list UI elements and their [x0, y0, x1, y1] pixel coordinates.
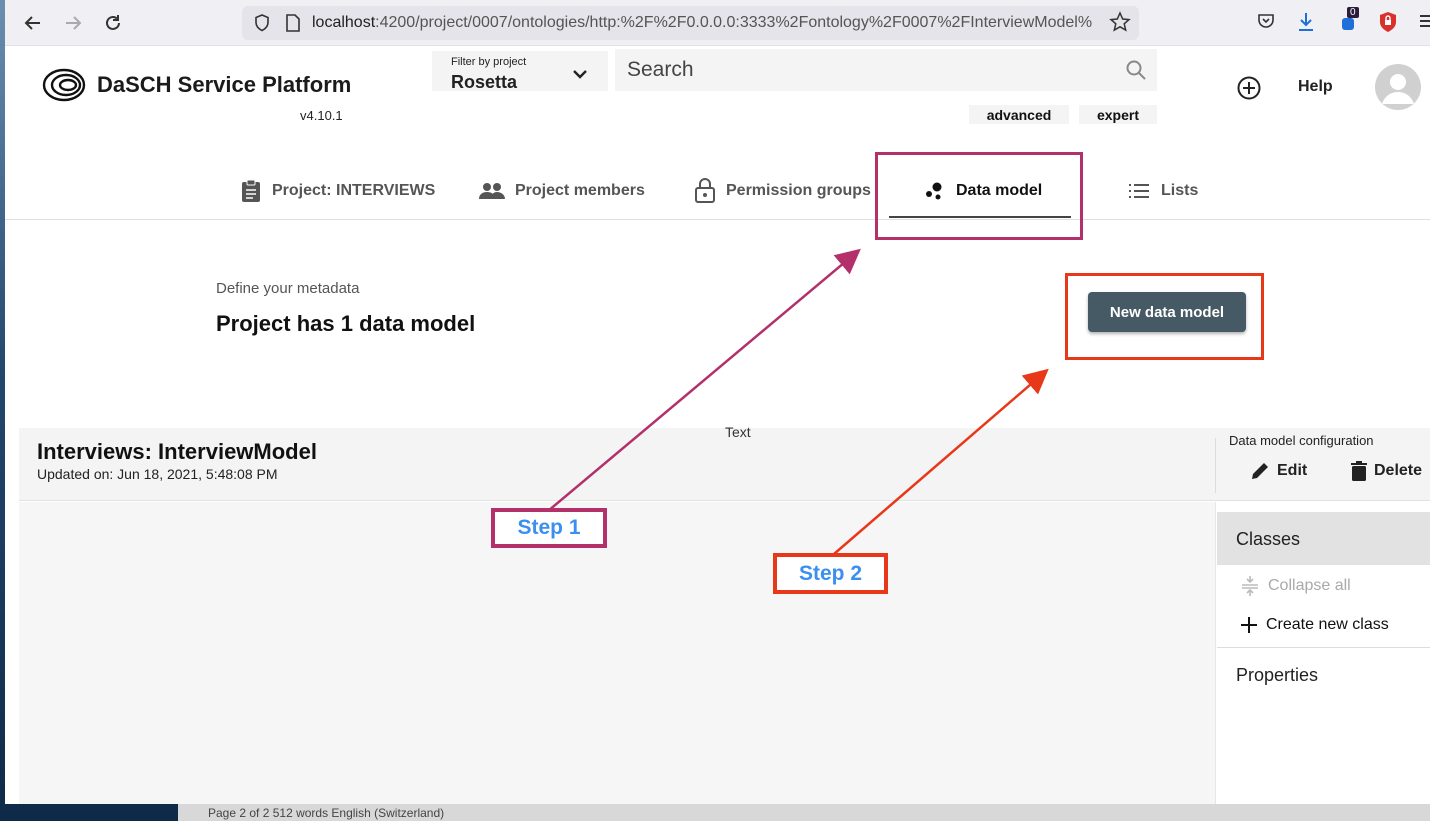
- expert-search-button[interactable]: expert: [1079, 105, 1157, 124]
- tab-project[interactable]: Project: INTERVIEWS: [240, 176, 435, 206]
- user-avatar[interactable]: [1375, 64, 1421, 110]
- address-bar[interactable]: localhost:4200/project/0007/ontologies/h…: [242, 6, 1139, 40]
- side-divider: [1217, 647, 1430, 648]
- app-version: v4.10.1: [300, 108, 343, 123]
- shield-icon[interactable]: [252, 13, 272, 33]
- edit-label: Edit: [1277, 462, 1308, 479]
- create-new-class-button[interactable]: Create new class: [1240, 616, 1389, 634]
- ontology-title: Interviews: InterviewModel: [37, 439, 317, 464]
- tab-permission-groups[interactable]: Permission groups: [694, 176, 871, 206]
- ontology-header: Interviews: InterviewModel Updated on: J…: [19, 424, 1430, 501]
- tab-permission-groups-label: Permission groups: [726, 182, 871, 199]
- pencil-icon: [1252, 463, 1268, 479]
- filter-value: Rosetta: [451, 72, 518, 92]
- browser-window: localhost:4200/project/0007/ontologies/h…: [5, 0, 1430, 804]
- extension-icon[interactable]: 0: [1338, 7, 1362, 34]
- collapse-all-label: Collapse all: [1268, 577, 1351, 594]
- tab-lists[interactable]: Lists: [1127, 176, 1198, 206]
- ontology-updated: Updated on: Jun 18, 2021, 5:48:08 PM: [37, 466, 278, 482]
- search-icon[interactable]: [1125, 59, 1147, 81]
- collapse-all-button[interactable]: Collapse all: [1240, 574, 1351, 598]
- config-label: Data model configuration: [1229, 433, 1374, 448]
- downloads-icon[interactable]: [1296, 11, 1316, 33]
- tab-project-members-label: Project members: [515, 182, 645, 199]
- people-icon: [479, 183, 505, 199]
- app-header: DaSCH Service Platform v4.10.1 Filter by…: [5, 47, 1430, 127]
- classes-heading[interactable]: Classes: [1217, 512, 1430, 565]
- background-status-bar: Page 2 of 2 512 words English (Switzerla…: [178, 804, 1430, 821]
- bubble-chart-icon: [926, 182, 942, 200]
- lock-icon: [695, 178, 715, 203]
- search-box: [615, 49, 1157, 91]
- new-data-model-button[interactable]: New data model: [1088, 292, 1246, 332]
- chevron-down-icon[interactable]: [572, 68, 588, 80]
- user-icon: [1382, 74, 1414, 104]
- reload-icon[interactable]: [101, 11, 125, 35]
- tab-lists-label: Lists: [1161, 182, 1199, 199]
- dasch-logo-icon[interactable]: [42, 67, 86, 103]
- back-arrow-icon[interactable]: [21, 11, 45, 35]
- tab-data-model[interactable]: Data model: [924, 176, 1042, 206]
- collapse-icon: [1242, 576, 1258, 596]
- active-tab-indicator: [889, 216, 1071, 218]
- tab-data-model-label: Data model: [956, 182, 1043, 199]
- extension-badge: 0: [1347, 7, 1359, 18]
- forward-arrow-icon[interactable]: [61, 11, 85, 35]
- app-title[interactable]: DaSCH Service Platform: [97, 72, 351, 98]
- pocket-icon[interactable]: [1256, 11, 1276, 31]
- properties-heading[interactable]: Properties: [1236, 665, 1318, 686]
- advanced-search-button[interactable]: advanced: [969, 105, 1069, 124]
- url-host: localhost: [312, 14, 376, 31]
- filter-label: Filter by project: [451, 56, 527, 68]
- plus-icon: [1241, 617, 1257, 633]
- config-divider: [1215, 438, 1216, 493]
- bookmark-star-icon[interactable]: [1109, 11, 1131, 33]
- delete-button[interactable]: Delete: [1350, 460, 1422, 482]
- browser-toolbar: localhost:4200/project/0007/ontologies/h…: [5, 0, 1430, 46]
- project-filter-select[interactable]: Filter by project Rosetta: [432, 51, 608, 92]
- ontology-canvas: [19, 502, 1215, 804]
- url-path: :4200/project/0007/ontologies/http:%2F%2…: [375, 14, 1093, 31]
- background-status-text: Page 2 of 2 512 words English (Switzerla…: [208, 806, 445, 820]
- text-label: Text: [725, 424, 751, 440]
- search-input[interactable]: [627, 55, 1107, 85]
- tab-project-members[interactable]: Project members: [479, 176, 645, 206]
- menu-icon[interactable]: [1418, 11, 1430, 31]
- ublock-shield-icon[interactable]: [1378, 11, 1398, 33]
- edit-button[interactable]: Edit: [1249, 460, 1307, 482]
- create-new-class-label: Create new class: [1266, 616, 1389, 633]
- help-link[interactable]: Help: [1298, 78, 1333, 96]
- add-circle-icon[interactable]: [1236, 75, 1262, 101]
- page-icon: [286, 14, 300, 32]
- trash-icon: [1351, 461, 1367, 481]
- clipboard-icon: [242, 179, 260, 202]
- overview-title: Project has 1 data model: [216, 311, 476, 336]
- ontology-side-panel: Classes Collapse all Create new class Pr…: [1215, 502, 1430, 804]
- list-icon: [1129, 184, 1149, 198]
- delete-label: Delete: [1374, 462, 1423, 479]
- url-text[interactable]: localhost:4200/project/0007/ontologies/h…: [312, 14, 1102, 32]
- project-tabs: Project: INTERVIEWS Project members Perm…: [5, 128, 1430, 220]
- tab-project-label: Project: INTERVIEWS: [272, 182, 436, 199]
- overview-subtitle: Define your metadata: [216, 280, 360, 297]
